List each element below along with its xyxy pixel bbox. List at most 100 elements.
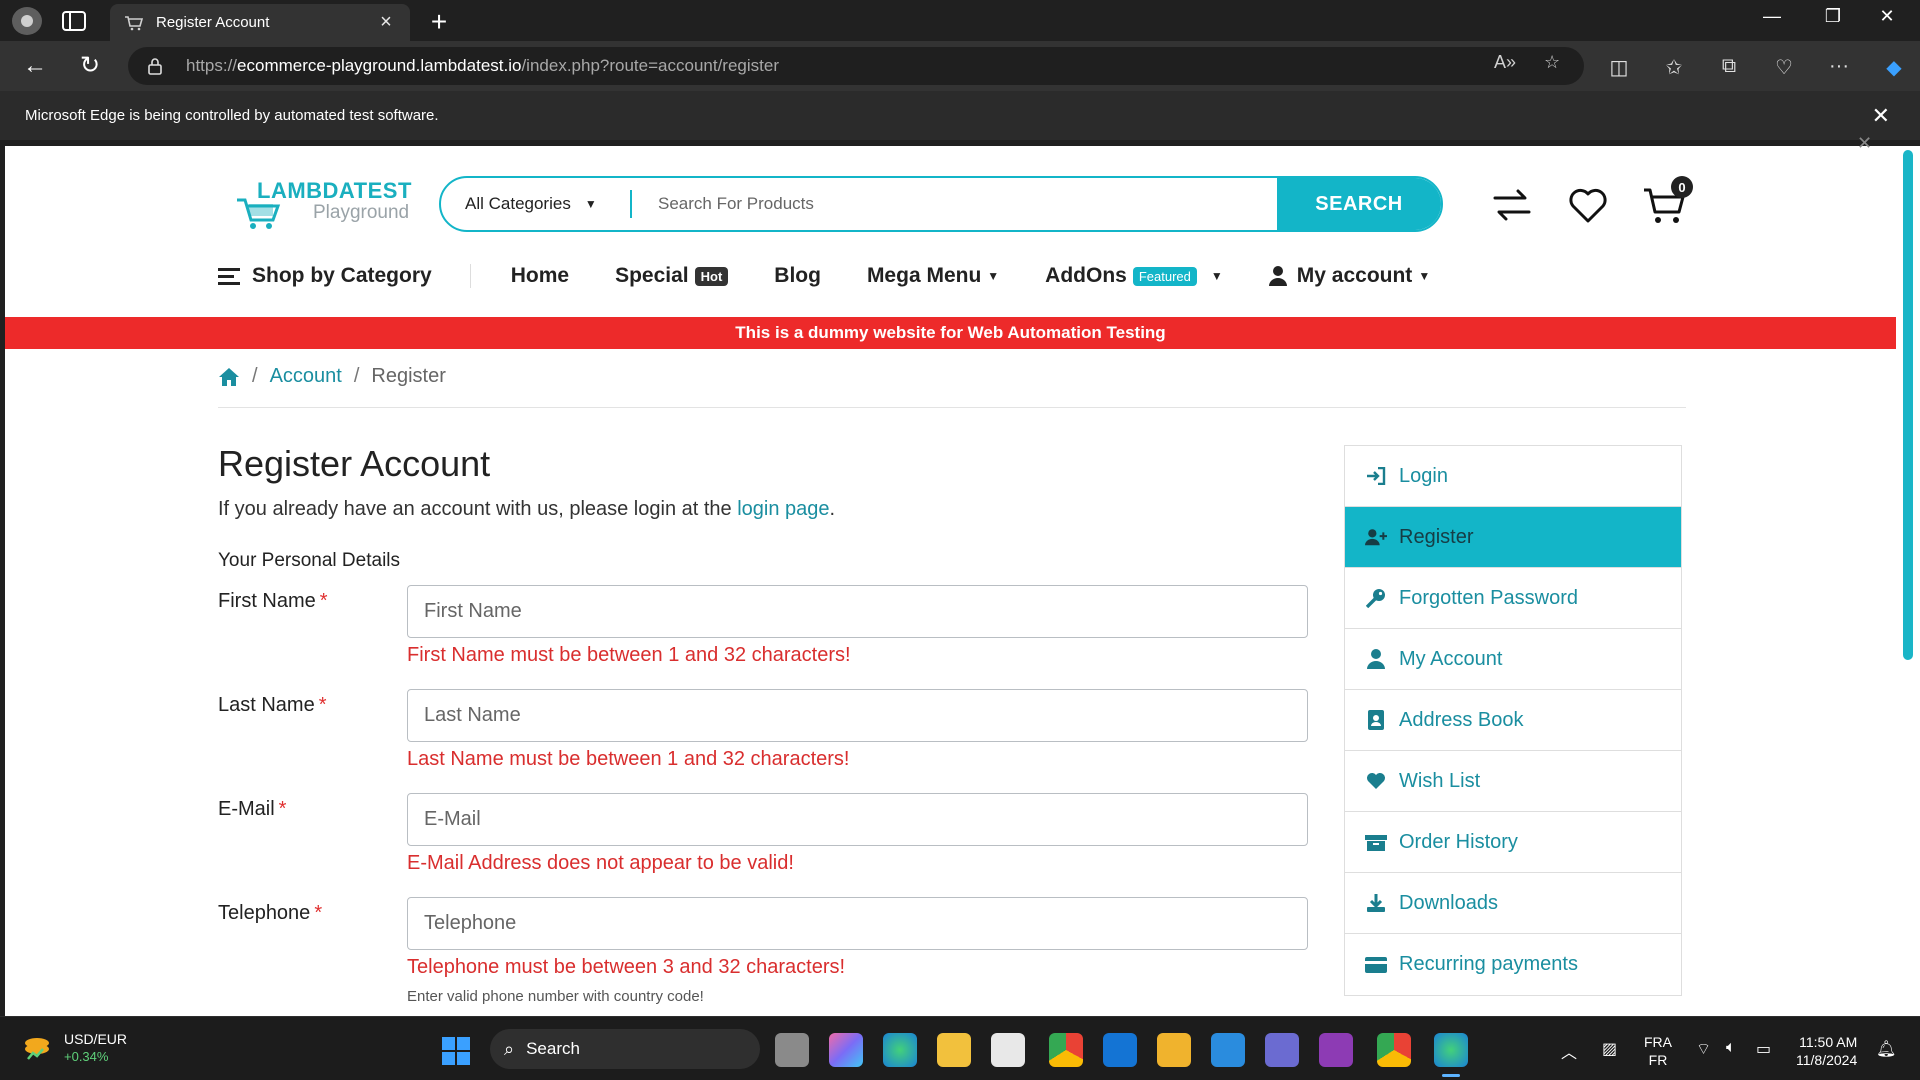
copilot-icon[interactable]: ◆ xyxy=(1881,55,1907,80)
first-name-input[interactable] xyxy=(407,585,1308,638)
login-page-link[interactable]: login page xyxy=(737,498,829,520)
sidebar-item-downloads[interactable]: Downloads xyxy=(1345,873,1681,934)
profile-icon[interactable] xyxy=(12,7,42,35)
ticker-name: USD/EUR xyxy=(64,1031,128,1047)
refresh-icon[interactable]: ↻ xyxy=(75,51,105,81)
category-dropdown[interactable]: All Categories ▼ xyxy=(441,190,632,218)
url-text[interactable]: https://ecommerce-playground.lambdatest.… xyxy=(186,56,779,76)
heart-icon xyxy=(1365,770,1387,792)
teams-app-icon[interactable] xyxy=(1265,1033,1299,1067)
wishlist-heart-icon[interactable] xyxy=(1565,182,1611,228)
system-clock[interactable]: 11:50 AM 11/8/2024 xyxy=(1796,1033,1857,1069)
chrome-app-icon-2[interactable] xyxy=(1377,1033,1411,1067)
breadcrumb-separator: / xyxy=(353,365,360,387)
minimize-button[interactable]: — xyxy=(1752,6,1792,27)
caret-down-icon: ▼ xyxy=(987,269,1000,283)
tray-overflow-icon[interactable]: ︿ xyxy=(1561,1039,1577,1063)
file-explorer-icon[interactable] xyxy=(937,1033,971,1067)
site-logo[interactable]: LAMBDATEST Playground xyxy=(233,178,415,232)
personal-details-legend: Your Personal Details xyxy=(218,550,401,571)
ticker-widget[interactable]: USD/EUR +0.34% xyxy=(22,1031,127,1064)
window-close-button[interactable]: ✕ xyxy=(1867,6,1907,27)
collections-icon[interactable]: ⧉ xyxy=(1716,55,1742,78)
last-name-input[interactable] xyxy=(407,689,1308,742)
wifi-icon[interactable]: ⌔ xyxy=(1696,1039,1711,1059)
nav-mega-menu[interactable]: Mega Menu ▼ xyxy=(867,264,999,288)
more-menu-icon[interactable]: ··· xyxy=(1826,55,1852,78)
logo-text-main: LAMBDATEST xyxy=(257,178,412,203)
vscode-app-icon[interactable] xyxy=(1211,1033,1245,1067)
sidebar-item-wish-list[interactable]: Wish List xyxy=(1345,751,1681,812)
task-view-icon[interactable] xyxy=(775,1033,809,1067)
read-aloud-icon[interactable]: A» xyxy=(1494,52,1516,73)
divider xyxy=(218,407,1686,408)
notification-bell-icon[interactable]: 🔔︎ xyxy=(1876,1039,1896,1059)
home-icon[interactable] xyxy=(218,367,240,387)
shop-by-category-label: Shop by Category xyxy=(252,264,432,287)
restore-button[interactable]: ❐ xyxy=(1813,6,1853,27)
search-button[interactable]: SEARCH xyxy=(1277,178,1441,230)
tab-close-icon[interactable]: × xyxy=(376,11,396,34)
outlook-app-icon[interactable] xyxy=(1103,1033,1137,1067)
infobar-close-icon[interactable]: ✕ xyxy=(1872,103,1890,129)
nav-special[interactable]: Special Hot xyxy=(615,264,729,288)
copilot-app-icon[interactable] xyxy=(829,1033,863,1067)
nav-my-account[interactable]: My account ▼ xyxy=(1268,264,1430,288)
floating-close-icon[interactable]: ✕ xyxy=(1857,133,1872,154)
split-screen-icon[interactable]: ◫ xyxy=(1606,55,1632,80)
onenote-app-icon[interactable] xyxy=(1319,1033,1353,1067)
sidebar-item-recurring-payments[interactable]: Recurring payments xyxy=(1345,934,1681,995)
browser-essentials-icon[interactable]: ♡ xyxy=(1771,55,1797,80)
chevron-down-icon: ▼ xyxy=(584,197,597,211)
microsoft-store-icon[interactable] xyxy=(991,1033,1025,1067)
download-icon xyxy=(1365,892,1387,914)
windows-start-icon[interactable] xyxy=(442,1037,470,1065)
shop-by-category-button[interactable]: Shop by Category xyxy=(218,264,471,288)
sign-in-icon xyxy=(1365,465,1387,487)
browser-tab-active[interactable]: Register Account × xyxy=(110,4,410,41)
nav-addons[interactable]: AddOns Featured ▼ xyxy=(1045,264,1223,288)
chrome-app-icon[interactable] xyxy=(1049,1033,1083,1067)
sidebar-item-address-book[interactable]: Address Book xyxy=(1345,690,1681,751)
nav-blog[interactable]: Blog xyxy=(774,264,821,288)
email-input[interactable] xyxy=(407,793,1308,846)
new-tab-button[interactable]: + xyxy=(424,6,454,38)
nav-home[interactable]: Home xyxy=(511,264,569,288)
scrollbar-thumb[interactable] xyxy=(1903,150,1913,660)
tray-app-icon[interactable]: ▨ xyxy=(1602,1039,1617,1059)
lock-icon[interactable] xyxy=(146,57,164,75)
sidebar-item-login[interactable]: Login xyxy=(1345,446,1681,507)
edge-active-app-icon[interactable] xyxy=(1434,1033,1468,1077)
breadcrumb-separator: / xyxy=(252,365,258,387)
breadcrumb-account[interactable]: Account xyxy=(270,365,342,388)
sidebar-item-forgotten-password[interactable]: Forgotten Password xyxy=(1345,568,1681,629)
battery-icon[interactable]: ▭ xyxy=(1756,1039,1771,1059)
logo-text-sub: Playground xyxy=(313,202,410,223)
breadcrumb: / Account / Register xyxy=(218,365,446,388)
input-language[interactable]: FRA FR xyxy=(1644,1033,1672,1069)
tab-actions-icon[interactable] xyxy=(62,11,86,31)
tab-title: Register Account xyxy=(156,14,270,31)
sidebar-item-my-account[interactable]: My Account xyxy=(1345,629,1681,690)
last-name-error: Last Name must be between 1 and 32 chara… xyxy=(407,748,850,770)
back-icon[interactable]: ← xyxy=(20,51,50,81)
taskbar-search[interactable]: ⌕ Search xyxy=(490,1029,760,1069)
volume-icon[interactable]: 🔈︎ xyxy=(1726,1039,1736,1057)
favorites-icon[interactable]: ✩ xyxy=(1661,55,1687,80)
windows-taskbar: USD/EUR +0.34% ⌕ Search ︿ ▨ FRA FR ⌔ 🔈︎ … xyxy=(0,1016,1920,1080)
compare-icon[interactable] xyxy=(1489,182,1535,228)
cart-favicon-icon xyxy=(125,15,144,30)
sidebar-item-order-history[interactable]: Order History xyxy=(1345,812,1681,873)
search-bar: All Categories ▼ SEARCH xyxy=(439,176,1443,232)
breadcrumb-register: Register xyxy=(371,365,446,387)
search-input[interactable] xyxy=(632,178,1277,230)
address-bar[interactable]: https://ecommerce-playground.lambdatest.… xyxy=(128,47,1584,85)
hamburger-icon xyxy=(218,268,240,285)
favorite-star-icon[interactable]: ☆ xyxy=(1544,52,1560,73)
telephone-input[interactable] xyxy=(407,897,1308,950)
page-scrollbar[interactable] xyxy=(1896,146,1920,1016)
edge-app-icon[interactable] xyxy=(883,1033,917,1067)
currency-ticker-icon xyxy=(25,1037,49,1060)
sidebar-item-register[interactable]: Register xyxy=(1345,507,1681,568)
git-app-icon[interactable] xyxy=(1157,1033,1191,1067)
